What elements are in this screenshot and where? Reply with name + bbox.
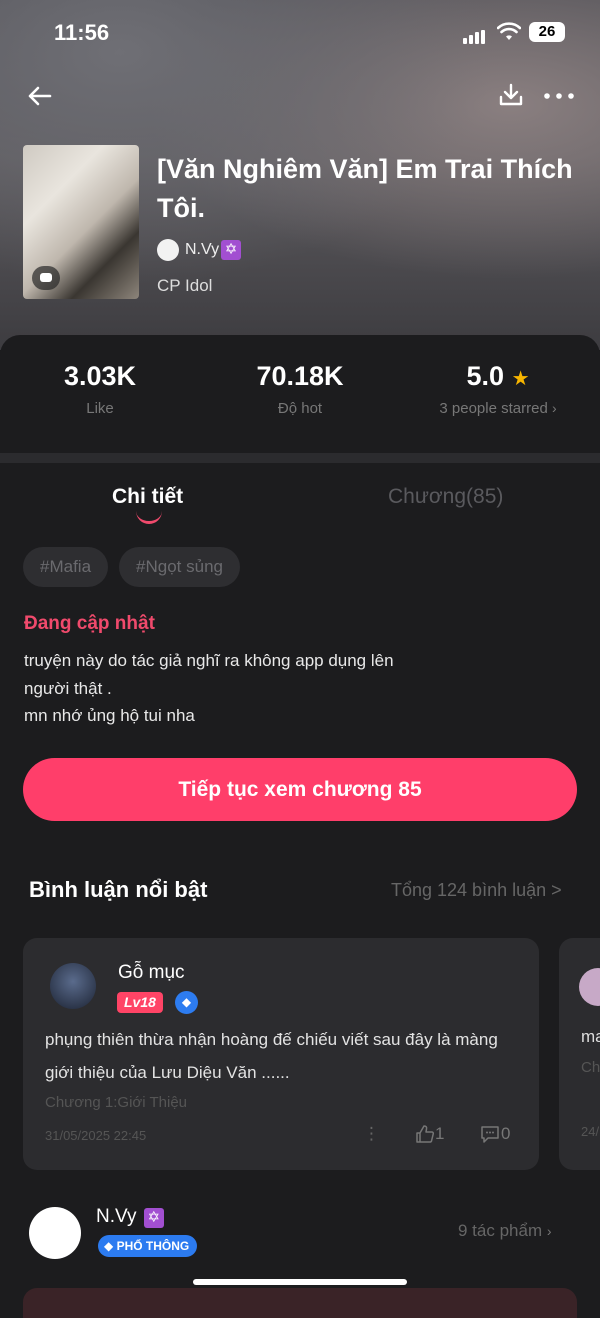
comment-date: 31/05/2025 22:45 [45, 1128, 147, 1143]
back-arrow-icon[interactable] [24, 80, 56, 112]
likes-count: 3.03K [63, 361, 137, 391]
author-avatar[interactable] [29, 1207, 81, 1259]
update-status: Đang cập nhật [24, 613, 155, 634]
description-line: người thật . [24, 678, 112, 698]
star-icon: ★ [511, 368, 530, 390]
wifi-icon [497, 22, 521, 40]
level-badge: Lv18 [117, 992, 163, 1013]
continue-reading-button[interactable]: Tiếp tục xem chương 85 [23, 758, 577, 821]
rating-label: 3 people starred [439, 400, 548, 417]
commenter-name[interactable]: Gỗ mục [118, 962, 185, 984]
hot-count: 70.18K [256, 361, 344, 391]
like-count: 1 [435, 1124, 445, 1143]
top-nav [0, 80, 600, 114]
battery-indicator: 26 [529, 22, 565, 42]
tab-details[interactable]: Chi tiết [112, 485, 183, 509]
hot-label: Độ hot [277, 400, 323, 417]
chevron-right-icon: › [546, 1223, 552, 1239]
home-indicator [193, 1279, 407, 1285]
description-line: truyện này do tác giả nghĩ ra không app … [24, 651, 394, 670]
detail-panel: 3.03K Like 70.18K Độ hot 5.0 ★ 3 people … [0, 335, 600, 1318]
diamond-icon: ◆ [104, 1239, 117, 1253]
download-icon[interactable] [498, 82, 524, 108]
active-tab-indicator [136, 507, 162, 524]
tag-chip[interactable]: #Mafia [23, 547, 109, 587]
likes-stat: 3.03K Like [0, 361, 200, 417]
author-link[interactable]: N.Vy ✡ [157, 238, 242, 262]
author-profile-row[interactable]: N.Vy ✡ ◆ PHỔ THÔNG 9 tác phẩm › [0, 1203, 600, 1273]
story-title: [Văn Nghiêm Văn] Em Trai Thích Tôi. [157, 154, 573, 223]
more-options-icon[interactable] [542, 86, 576, 106]
rating-stat[interactable]: 5.0 ★ 3 people starred › [398, 361, 598, 417]
comment-date: 24/ [581, 1124, 600, 1139]
membership-badge: ◆ PHỔ THÔNG [98, 1235, 198, 1257]
status-bar: 11:56 26 [0, 18, 600, 48]
bottom-card-peek [23, 1288, 577, 1318]
star-of-david-icon: ✡ [143, 1208, 164, 1228]
author-name: N.Vy [185, 241, 220, 258]
section-divider [0, 453, 600, 463]
cellular-signal-icon [463, 26, 487, 44]
story-description: truyện này do tác giả nghĩ ra không app … [24, 647, 564, 730]
author-works-link[interactable]: 9 tác phẩm › [458, 1221, 552, 1241]
likes-label: Like [86, 400, 114, 417]
tag-list: #Mafia #Ngọt sủng [23, 547, 240, 587]
commenter-avatar [579, 968, 600, 1006]
like-button[interactable]: 1 [415, 1124, 444, 1144]
comment-text: ma [581, 1027, 600, 1046]
reply-bubble-icon [481, 1126, 499, 1143]
hot-stat: 70.18K Độ hot [200, 361, 400, 417]
author-avatar [157, 239, 179, 261]
author-name: N.Vy ✡ [96, 1206, 164, 1228]
comment-bubble-icon [32, 266, 60, 290]
comment-card-next[interactable]: ma Ch 24/ [559, 938, 600, 1170]
chevron-right-icon: › [551, 400, 557, 416]
featured-comments-title: Bình luận nổi bật [29, 877, 208, 902]
story-cover-image[interactable] [23, 145, 139, 299]
commenter-avatar[interactable] [50, 963, 96, 1009]
tab-chapters[interactable]: Chương(85) [388, 485, 503, 509]
comment-more-icon[interactable]: ⋮ [363, 1124, 380, 1144]
star-of-david-icon: ✡ [221, 240, 242, 260]
comment-text: phụng thiên thừa nhận hoàng đế chiếu viế… [45, 1030, 498, 1082]
comment-chapter[interactable]: Chương 1:Giới Thiệu [45, 1094, 187, 1111]
rating-value: 5.0 [466, 361, 505, 391]
story-header: 11:56 26 [Văn Nghiêm Văn] Em Trai Thích … [0, 0, 600, 350]
story-category[interactable]: CP Idol [157, 276, 212, 296]
reply-button[interactable]: 0 [479, 1124, 510, 1144]
vip-gem-icon: ◆ [175, 991, 198, 1014]
comments-total-link[interactable]: Tổng 124 bình luận > [391, 880, 562, 901]
clock: 11:56 [54, 20, 110, 45]
description-line: mn nhớ ủng hộ tui nha [24, 706, 195, 725]
tag-chip[interactable]: #Ngọt sủng [119, 547, 240, 587]
comment-chapter: Ch [581, 1059, 600, 1076]
comment-card[interactable]: Gỗ mục Lv18 ◆ phụng thiên thừa nhận hoàn… [23, 938, 539, 1170]
reply-count: 0 [501, 1124, 511, 1143]
thumbs-up-icon [416, 1125, 435, 1143]
